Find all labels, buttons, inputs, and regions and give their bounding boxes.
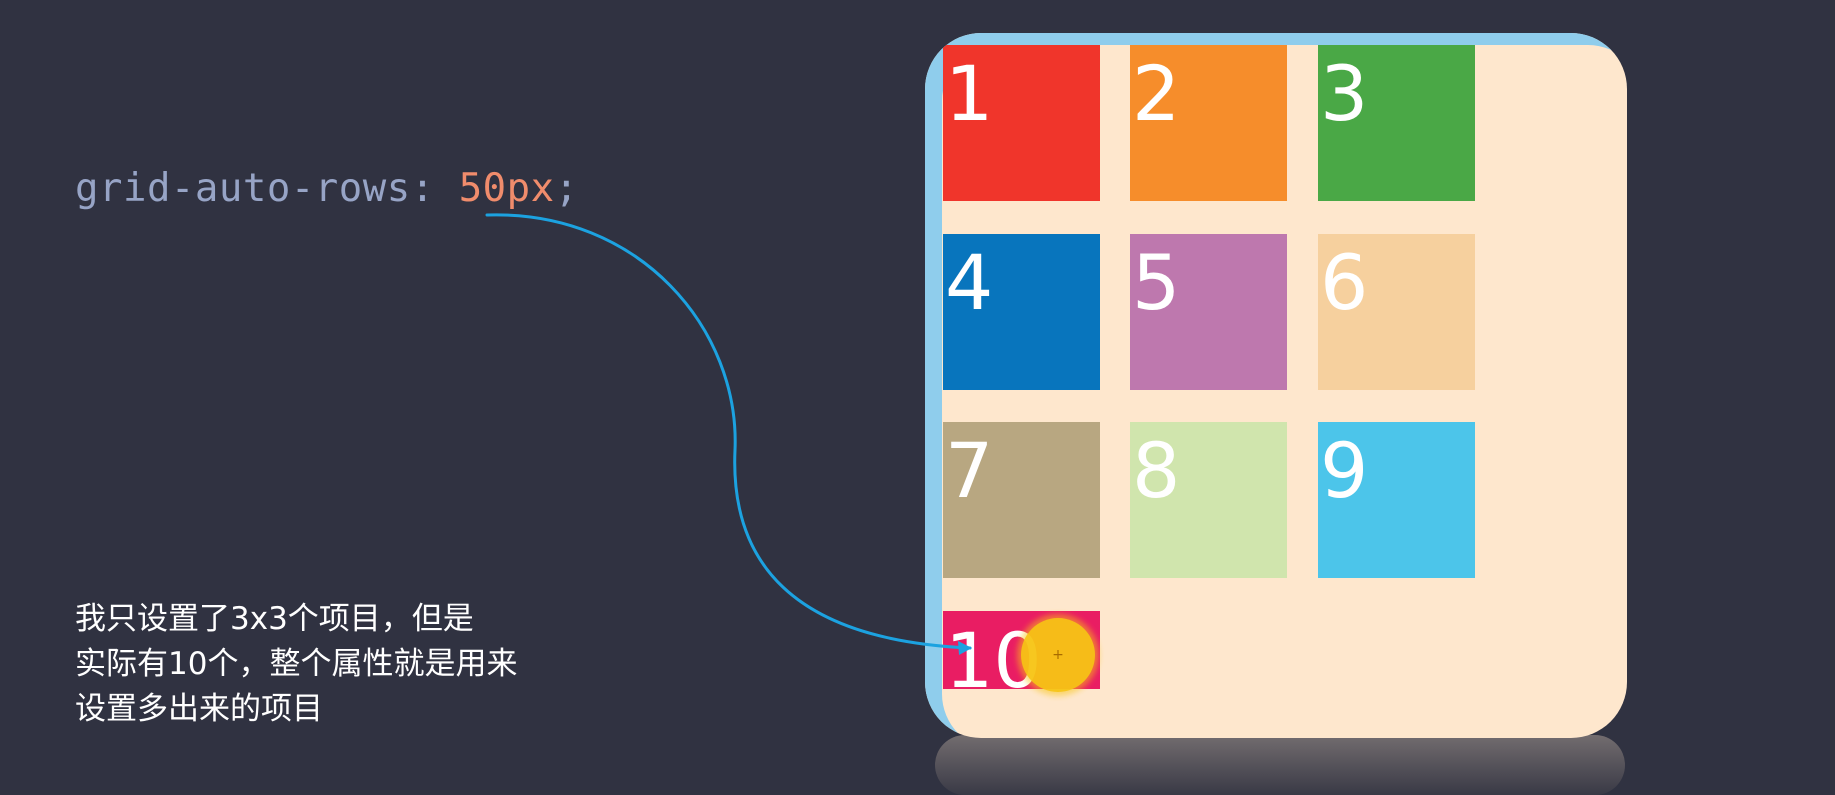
grid-item-1: 1 <box>943 45 1100 201</box>
grid-item-label: 2 <box>1132 49 1181 138</box>
grid-item-label: 9 <box>1320 426 1369 515</box>
grid-item-6: 6 <box>1318 234 1475 390</box>
grid-item-label: 3 <box>1320 49 1369 138</box>
caption-line: 我只设置了3x3个项目，但是 <box>75 601 474 637</box>
grid-item-label: 7 <box>945 426 994 515</box>
arrow-path <box>485 213 972 650</box>
grid-item-2: 2 <box>1130 45 1287 201</box>
grid-item-label: 5 <box>1132 238 1181 327</box>
cursor-crosshair-icon: + <box>1052 647 1064 663</box>
grid-item-label: 1 <box>945 49 994 138</box>
grid-item-5: 5 <box>1130 234 1287 390</box>
code-property: grid-auto-rows: <box>75 166 459 211</box>
grid-item-9: 9 <box>1318 422 1475 578</box>
grid-item-label: 6 <box>1320 238 1369 327</box>
code-semicolon: ; <box>554 166 579 211</box>
container-reflection <box>935 735 1625 795</box>
caption: 我只设置了3x3个项目，但是 实际有10个，整个属性就是用来 设置多出来的项目 <box>75 597 635 732</box>
caption-line: 设置多出来的项目 <box>75 691 323 727</box>
grid-item-label: 8 <box>1132 426 1181 515</box>
grid-item-label: 4 <box>945 238 994 327</box>
grid-item-4: 4 <box>943 234 1100 390</box>
code-value: 50px <box>458 166 555 211</box>
grid-item-8: 8 <box>1130 422 1287 578</box>
grid-item-7: 7 <box>943 422 1100 578</box>
grid-item-3: 3 <box>1318 45 1475 201</box>
caption-line: 实际有10个，整个属性就是用来 <box>75 646 518 682</box>
code-line: grid-auto-rows: 50px; <box>75 165 579 213</box>
